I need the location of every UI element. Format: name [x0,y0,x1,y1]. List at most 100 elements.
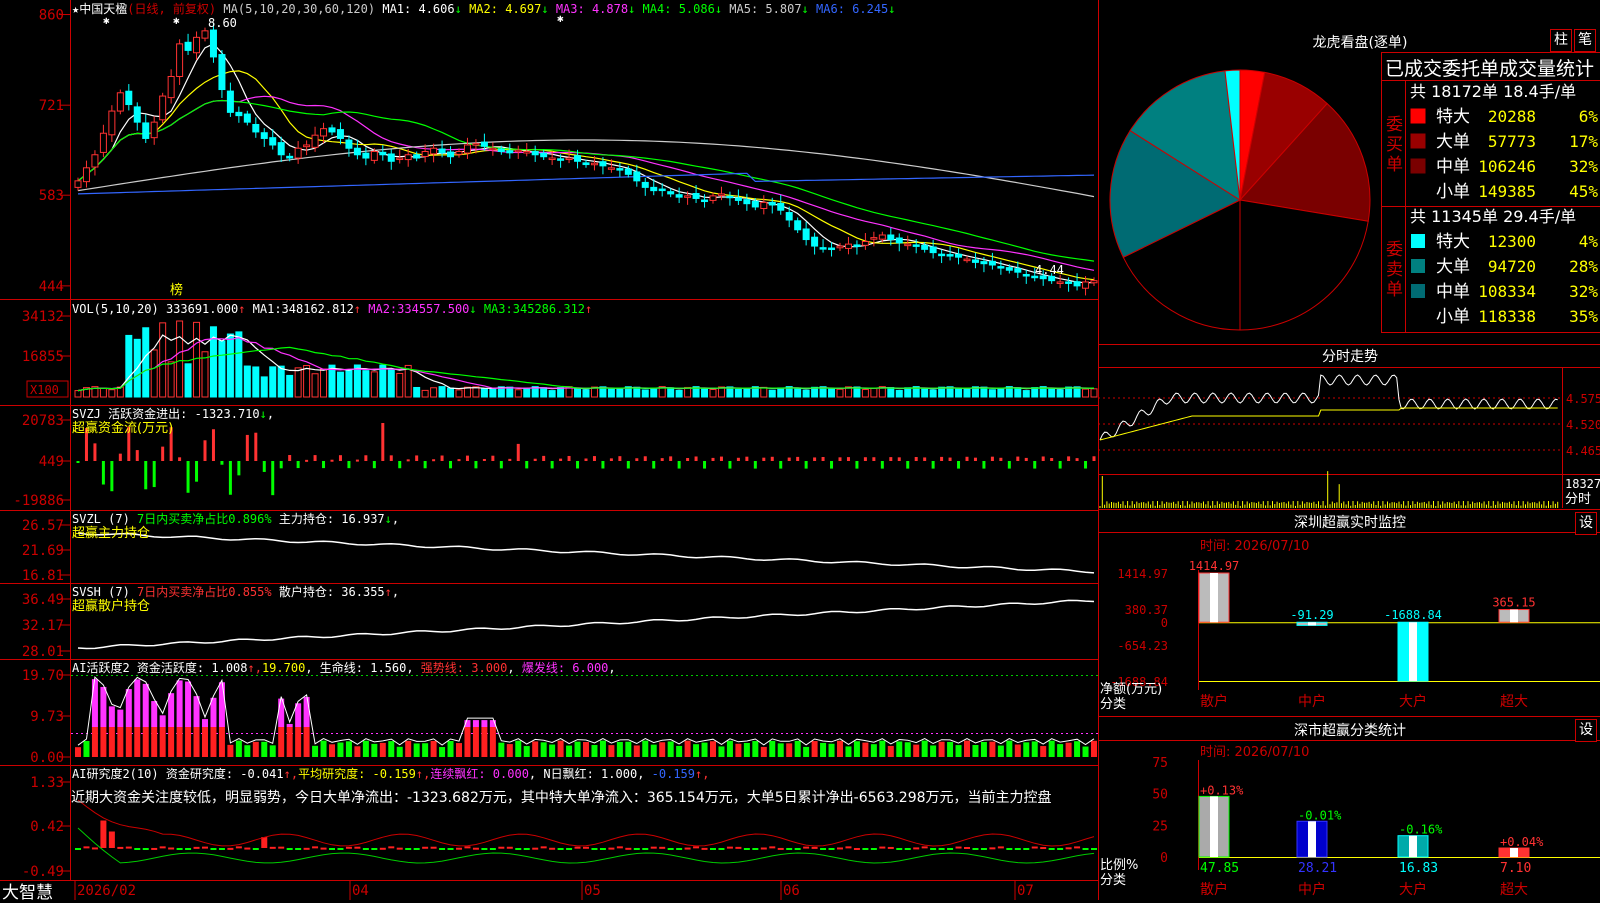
candle-body [218,54,226,91]
volume-bar [836,388,844,398]
bar-mode-button[interactable]: 柱 [1550,29,1572,52]
volume-bar [802,389,810,398]
category-value: 7.10 [1500,861,1531,876]
sell-row-pct: 35% [1569,307,1598,326]
ai-active-bar [684,740,691,757]
ai-active-y-axis: 19.70 9.73 0.00 [22,668,70,766]
monitor-bar-label: -91.29 [1290,608,1333,622]
ai-active-bar-top [202,719,208,727]
svg-text:★中国天楹(日线, 前复权) MA(5,10,20,30,6: ★中国天楹(日线, 前复权) MA(5,10,20,30,60,120) MA1… [72,1,896,16]
monitor-bar-label: 1414.97 [1189,559,1240,573]
svzj-bar [1058,461,1062,469]
svzl-panel[interactable]: 26.57 21.69 16.81 SVZL (7) 7日内买卖净占比0.896% … [22,511,1095,584]
y-tick-label: 0.00 [30,750,64,766]
volume-bar [218,340,226,398]
svzj-panel[interactable]: 20783449-19886 SVZJ 活跃资金进出: -1323.710↓, … [13,406,1096,509]
candle-body [590,162,598,166]
volume-bar [616,388,624,398]
candle-body [328,127,336,133]
svzj-bar [203,440,207,461]
category-stats-chart[interactable]: 深市超赢分类统计时间: 2026/07/10 75 50 25 0 +0.13% 47.85… [1100,722,1600,898]
candle-body [853,244,861,247]
price-panel[interactable]: 860721583444 8.60 4.44 榜 ✱ ✱ ✱ [39,8,1098,298]
buy-row-name: 小单 [1436,182,1470,202]
ai-research-bar [837,847,843,850]
svzj-bar [838,457,842,461]
header-segment: ↓ [260,407,267,421]
svzj-bar [482,458,486,461]
candle-body [362,152,370,159]
svsh-panel[interactable]: 36.49 32.17 28.01 SVSH (7) 7日内买卖净占比0.855% … [22,584,1095,660]
buy-row-volume: 20288 [1488,107,1536,126]
header-segment: , [305,661,319,675]
ai-research-bar [549,847,556,850]
svzj-bar [677,461,681,469]
volume-bar [294,367,302,398]
y-tick-label: 34132 [22,309,64,325]
ai-active-bar [752,741,759,757]
volume-unit-label[interactable]: X100 [30,383,59,397]
buy-row-swatch [1410,183,1426,199]
ai-active-bar [760,746,767,757]
svzl-y-axis: 26.57 21.69 16.81 [22,518,70,584]
ma-line-30 [77,99,1095,262]
header-segment: MA4: [643,2,672,16]
ai-research-bar [185,848,192,850]
svsh-header: SVSH (7) 7日内买卖净占比0.855% 散户持仓: 36.355↑, [72,584,399,599]
ai-research-bar [642,848,649,850]
ai-active-bar [362,740,369,757]
sell-row-name: 大单 [1436,257,1470,277]
volume-bar [768,389,776,398]
volume-bar [260,376,268,398]
volume-bar [370,371,378,398]
ai-research-bar [667,848,674,850]
candlesticks[interactable] [74,22,1098,296]
candle-body [633,171,641,182]
volume-panel[interactable]: 3413216855 VOL(5,10,20) 333691.000↑ MA1:… [22,302,1098,398]
bang-marker[interactable]: 榜 [170,282,183,298]
y-tick-label: 36.49 [22,592,64,608]
intraday-chart[interactable]: 分时走势 4.575 4.520 4.465 18327分时 [1098,349,1600,508]
header-segment [272,512,279,526]
svzj-bar [457,459,461,462]
svzj-bar [118,453,122,461]
category-settings-button[interactable]: 设 [1575,719,1597,742]
ai-active-bar [625,741,632,757]
header-segment [671,2,678,16]
candle-body [963,258,971,262]
monitor-settings-button[interactable]: 设 [1575,512,1597,535]
candle-body [548,157,556,161]
ai-active-bar [75,747,81,757]
ai-research-bar [515,848,522,850]
ai-active-bar [667,741,674,757]
monitor-tick: 1414.97 [1117,567,1168,581]
volume-bar [125,334,133,398]
header-segment: , [392,512,399,526]
ai-active-panel[interactable]: 19.709.730.00 AI活跃度2 资金活跃度: 1.008↑,19.70… [22,660,1098,766]
ai-active-bar [202,727,208,757]
buy-row-swatch [1410,108,1426,124]
candle-body [82,167,90,183]
ai-research-bar [726,846,733,849]
category-tick: 25 [1152,819,1168,834]
header-segment: ↑ [238,302,252,316]
volume-bar [421,389,429,398]
buy-label-char: 单 [1386,155,1403,175]
realtime-monitor-chart[interactable]: 深圳超赢实时监控时间: 2026/07/10 1414.97 380.370 -654… [1100,514,1600,712]
ai-active-bar [506,744,513,757]
ai-research-bar [735,846,742,849]
ai-active-bar [811,741,818,757]
y-tick-label: 28.01 [22,644,64,660]
candle-body [921,244,929,250]
stroke-mode-button[interactable]: 笔 [1574,29,1596,52]
ai-research-panel[interactable]: 1.330.42-0.49 AI研究度2(10) 资金研究度: -0.041↑,… [22,766,1097,880]
candle-body [404,154,412,161]
ai-active-bar-top [100,686,107,727]
candle-body [861,241,869,246]
candle-body [286,155,294,159]
svzj-bar [1033,461,1037,469]
ai-active-bar [176,727,183,757]
ai-active-bar-top [481,720,488,727]
dragon-tiger-pie[interactable] [1109,69,1371,331]
sell-row-volume: 118338 [1478,307,1536,326]
